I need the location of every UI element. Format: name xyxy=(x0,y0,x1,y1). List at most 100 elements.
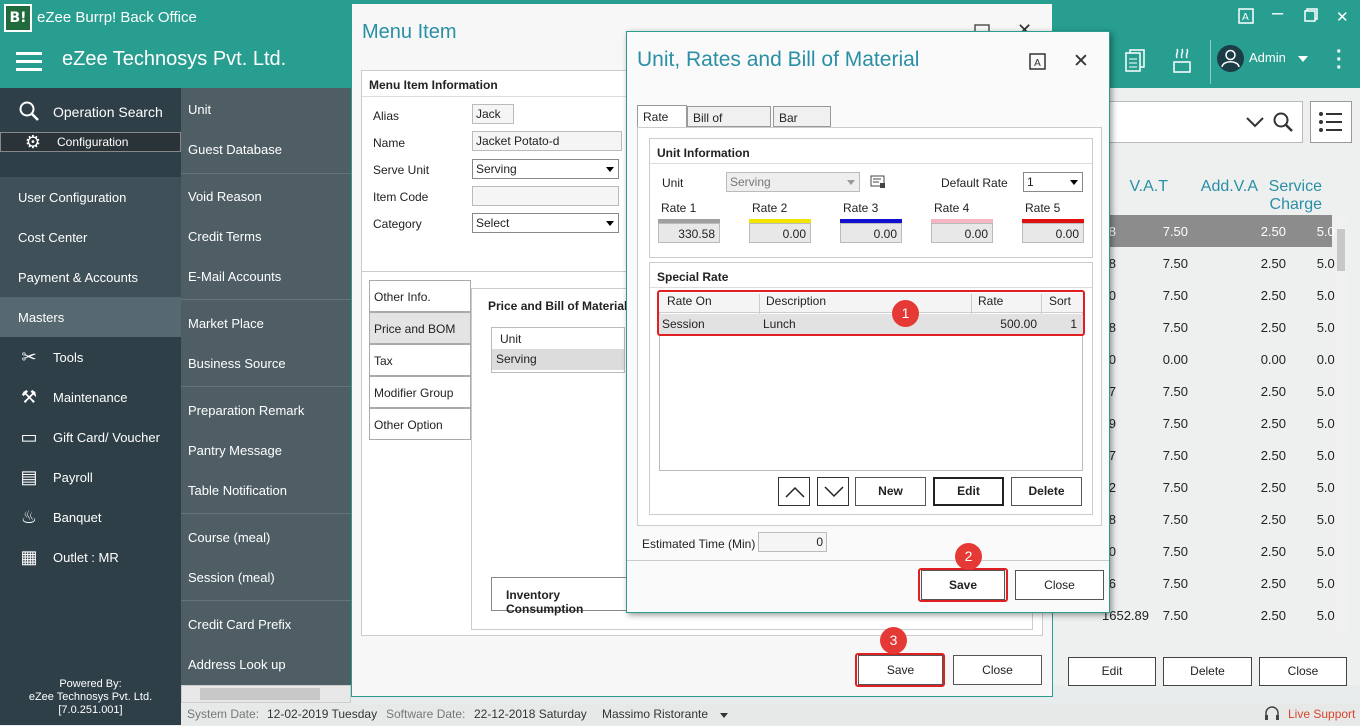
nav-gift-card[interactable]: ▭ Gift Card/ Voucher xyxy=(0,417,181,457)
menu-address-lookup[interactable]: Address Look up xyxy=(188,657,286,672)
unit-grid[interactable]: Unit Serving xyxy=(491,327,625,373)
delete-button[interactable]: Delete xyxy=(1163,657,1252,686)
item-code-field[interactable] xyxy=(472,186,619,206)
menu-table-notification[interactable]: Table Notification xyxy=(188,483,287,498)
menu-void-reason[interactable]: Void Reason xyxy=(188,189,262,204)
menu-credit-terms[interactable]: Credit Terms xyxy=(188,229,261,244)
outlet-selector[interactable]: Massimo Ristorante xyxy=(602,707,708,721)
list-view-icon[interactable] xyxy=(1310,101,1352,143)
tab-other-info[interactable]: Other Info. xyxy=(369,280,471,312)
menu-guest-database[interactable]: Guest Database xyxy=(188,142,282,157)
nav-masters[interactable]: Masters xyxy=(0,297,181,337)
rate5-field[interactable]: 0.00 xyxy=(1022,223,1084,243)
nav-cost-center[interactable]: Cost Center xyxy=(0,217,181,257)
name-field[interactable]: Jacket Potato-d xyxy=(472,131,622,151)
menu-course-meal[interactable]: Course (meal) xyxy=(188,530,270,545)
rate3-field[interactable]: 0.00 xyxy=(840,223,902,243)
translate-icon[interactable]: A xyxy=(1029,53,1047,74)
tab-price-bom[interactable]: Price and BOM xyxy=(369,312,471,344)
search-input[interactable] xyxy=(1108,101,1303,143)
menu-credit-card-prefix[interactable]: Credit Card Prefix xyxy=(188,617,291,632)
translate-icon[interactable]: A xyxy=(1238,8,1254,28)
column-header-service-charge[interactable]: Service Charge xyxy=(1262,178,1322,214)
menu-pantry-message[interactable]: Pantry Message xyxy=(188,443,282,458)
live-support-link[interactable]: Live Support xyxy=(1288,707,1355,721)
hamburger-menu-icon[interactable] xyxy=(16,52,42,76)
kitchen-icon[interactable] xyxy=(1170,48,1194,77)
table-row[interactable]: 1652.89 7.50 2.50 5.00 xyxy=(1102,599,1342,631)
menu-preparation-remark[interactable]: Preparation Remark xyxy=(188,403,304,418)
tab-tax[interactable]: Tax xyxy=(369,344,471,376)
category-select[interactable]: Select xyxy=(472,213,619,233)
close-icon[interactable]: ✕ xyxy=(1073,50,1089,73)
maximize-icon[interactable] xyxy=(1304,8,1318,26)
new-button[interactable]: New xyxy=(855,477,926,506)
rate2-field[interactable]: 0.00 xyxy=(749,223,811,243)
menu-unit[interactable]: Unit xyxy=(188,102,211,117)
table-row[interactable]: 8 7.50 2.50 5.00 xyxy=(1109,311,1342,343)
close-button[interactable]: Close xyxy=(1015,570,1104,600)
nav-configuration[interactable]: ⚙ Configuration xyxy=(0,132,181,152)
tab-rate[interactable]: Rate xyxy=(637,105,687,128)
column-header-vat[interactable]: V.A.T xyxy=(1110,178,1168,196)
minimize-icon[interactable]: – xyxy=(1272,2,1283,25)
table-row[interactable]: 6 7.50 2.50 5.00 xyxy=(1109,567,1342,599)
user-name[interactable]: Admin xyxy=(1249,50,1286,65)
horizontal-scrollbar[interactable] xyxy=(181,685,351,703)
nav-operation-search[interactable]: Operation Search xyxy=(0,92,181,132)
nav-tools[interactable]: ✂ Tools xyxy=(0,337,181,377)
chevron-down-icon[interactable] xyxy=(720,713,728,718)
nav-payroll[interactable]: ▤ Payroll xyxy=(0,457,181,497)
menu-business-source[interactable]: Business Source xyxy=(188,356,286,371)
more-options-icon[interactable]: · · · xyxy=(1336,42,1343,78)
edit-button[interactable]: Edit xyxy=(1068,657,1156,686)
serve-unit-select[interactable]: Serving xyxy=(472,159,619,179)
scrollbar-thumb[interactable] xyxy=(200,688,320,700)
unit-row[interactable]: Serving xyxy=(492,349,624,370)
window-close-icon[interactable]: ✕ xyxy=(1336,8,1349,26)
close-button[interactable]: Close xyxy=(953,655,1042,685)
avatar[interactable] xyxy=(1217,45,1244,72)
rate1-field[interactable]: 330.58 xyxy=(658,223,720,243)
rate4-field[interactable]: 0.00 xyxy=(931,223,993,243)
table-row[interactable]: 0 7.50 2.50 5.00 xyxy=(1109,279,1342,311)
table-row[interactable]: 0 7.50 2.50 5.00 xyxy=(1109,535,1342,567)
default-rate-select[interactable]: 1 xyxy=(1023,172,1083,192)
search-icon[interactable] xyxy=(1272,111,1294,136)
chevron-down-icon[interactable] xyxy=(1245,116,1265,131)
notes-icon[interactable] xyxy=(870,175,886,192)
nav-payment-accounts[interactable]: Payment & Accounts xyxy=(0,257,181,297)
nav-user-configuration[interactable]: User Configuration xyxy=(0,177,181,217)
tab-modifier-group[interactable]: Modifier Group xyxy=(369,376,471,408)
edit-button[interactable]: Edit xyxy=(933,477,1004,506)
table-row[interactable]: 8 7.50 2.50 5.00 xyxy=(1109,215,1342,247)
alias-field[interactable]: Jack xyxy=(472,104,514,124)
tab-bar-code[interactable]: Bar Code xyxy=(773,106,831,139)
table-row[interactable]: 7 7.50 2.50 5.00 xyxy=(1109,375,1342,407)
headset-icon[interactable] xyxy=(1263,705,1281,726)
delete-button[interactable]: Delete xyxy=(1011,477,1082,506)
move-up-button[interactable] xyxy=(778,477,810,506)
table-row[interactable]: 8 7.50 2.50 5.00 xyxy=(1109,247,1342,279)
table-row[interactable]: 7 7.50 2.50 5.00 xyxy=(1109,439,1342,471)
scrollbar-thumb[interactable] xyxy=(1337,229,1345,271)
nav-maintenance[interactable]: ⚒ Maintenance xyxy=(0,377,181,417)
unit-select[interactable]: Serving xyxy=(726,172,860,192)
close-button[interactable]: Close xyxy=(1259,657,1347,686)
table-row[interactable]: 0 0.00 0.00 0.00 xyxy=(1109,343,1342,375)
inventory-consumption-button[interactable]: Inventory Consumption xyxy=(491,577,631,616)
menu-email-accounts[interactable]: E-Mail Accounts xyxy=(188,269,281,284)
menu-session-meal[interactable]: Session (meal) xyxy=(188,570,275,585)
table-row[interactable]: 8 7.50 2.50 5.00 xyxy=(1109,503,1342,535)
column-header-add-va[interactable]: Add.V.A xyxy=(1186,178,1258,196)
report-icon[interactable] xyxy=(1124,49,1146,76)
vertical-scrollbar[interactable] xyxy=(1335,215,1347,638)
table-row[interactable]: 2 7.50 2.50 5.00 xyxy=(1109,471,1342,503)
tab-bill-of-material[interactable]: Bill of Material xyxy=(687,106,771,139)
nav-outlet[interactable]: ▦ Outlet : MR xyxy=(0,537,181,577)
estimated-time-field[interactable]: 0 xyxy=(758,532,827,552)
chevron-down-icon[interactable] xyxy=(1298,56,1308,62)
move-down-button[interactable] xyxy=(817,477,849,506)
menu-market-place[interactable]: Market Place xyxy=(188,316,264,331)
nav-banquet[interactable]: ♨ Banquet xyxy=(0,497,181,537)
